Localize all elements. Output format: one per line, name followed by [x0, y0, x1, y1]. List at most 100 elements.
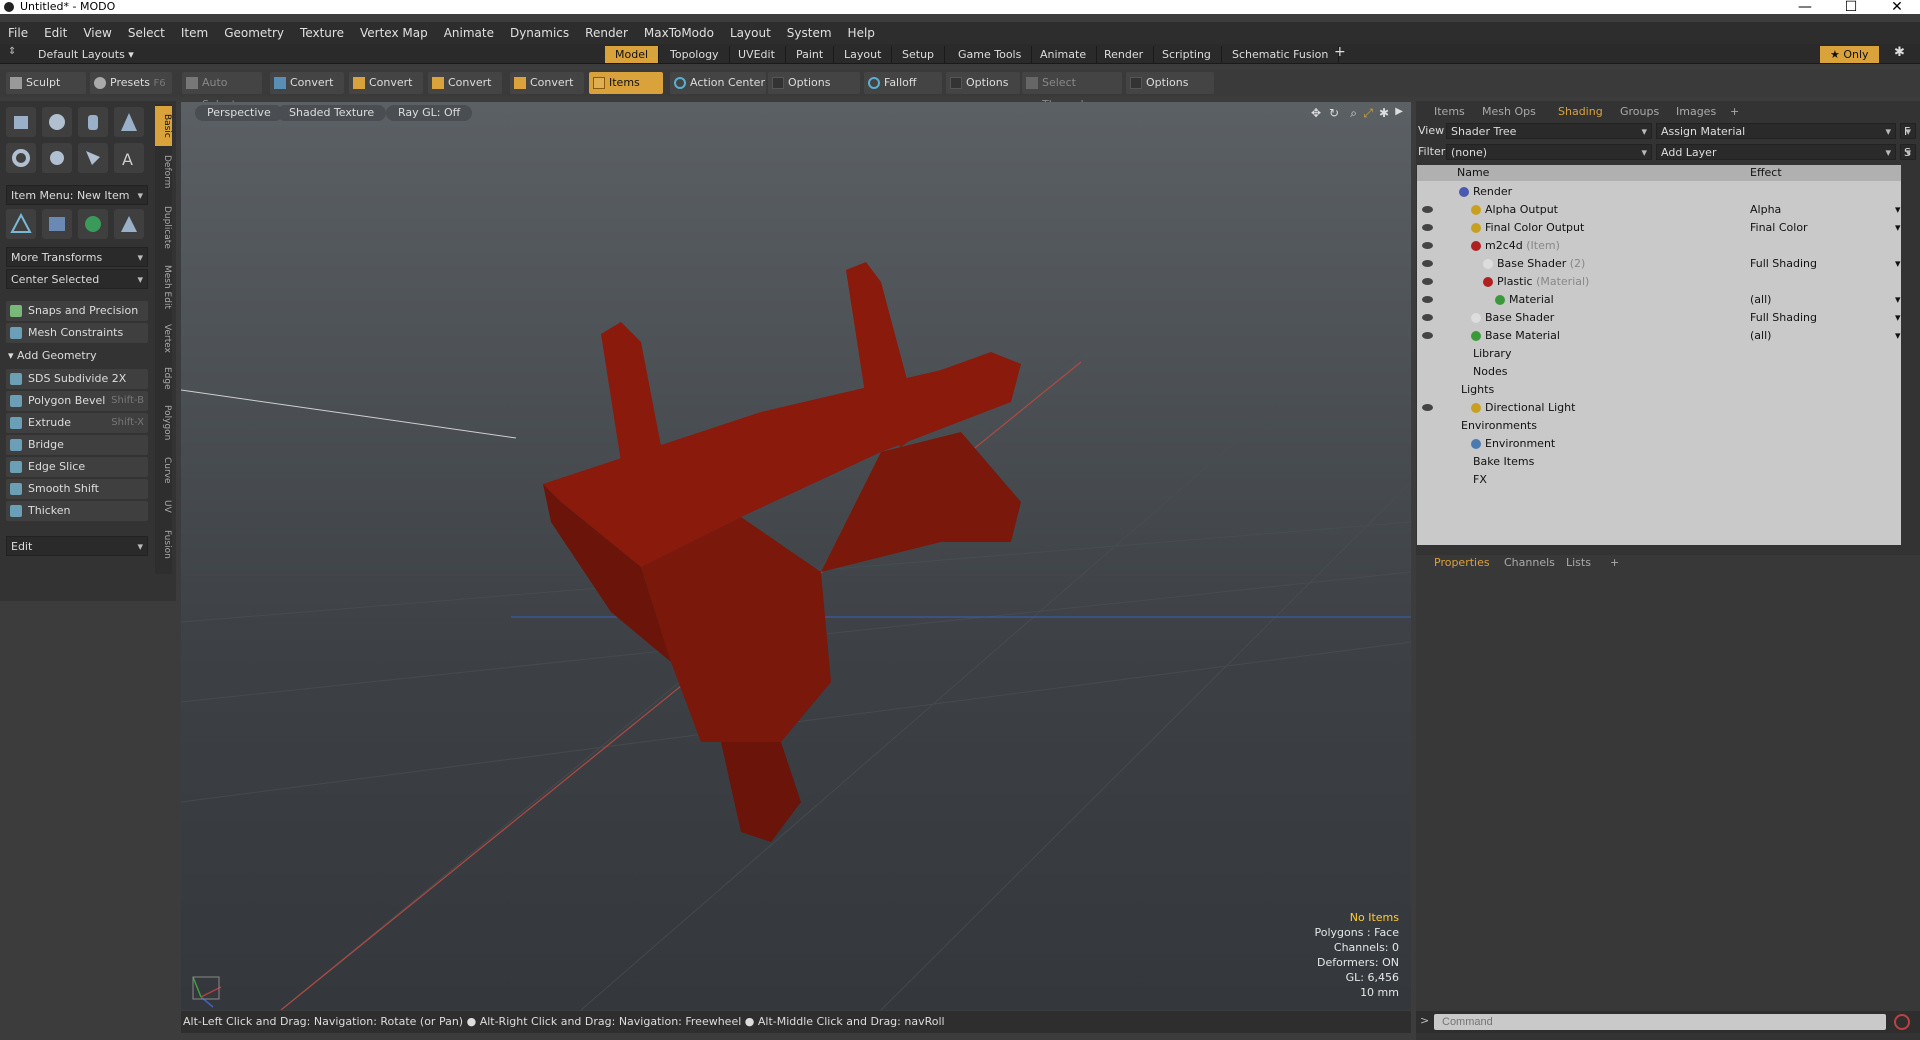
smooth-shift-button[interactable]: Smooth Shift: [6, 479, 148, 499]
tab-mesh-ops[interactable]: Mesh Ops: [1472, 104, 1546, 120]
visibility-eye-icon[interactable]: [1422, 296, 1433, 303]
mesh-constraints-button[interactable]: Mesh Constraints: [6, 323, 148, 343]
item-menu-dropdown[interactable]: Item Menu: New Item: [6, 185, 148, 206]
default-layouts-dropdown[interactable]: Default Layouts ▾: [38, 46, 134, 63]
viewport-settings-icon[interactable]: ✱: [1379, 106, 1389, 120]
menu-layout[interactable]: Layout: [722, 22, 779, 44]
viewport-menu-icon[interactable]: ▶: [1395, 106, 1403, 117]
center-selected-dropdown[interactable]: Center Selected: [6, 269, 148, 290]
edge-slice-button[interactable]: Edge Slice: [6, 457, 148, 477]
menu-texture[interactable]: Texture: [292, 22, 352, 44]
vtab-fusion[interactable]: Fusion: [155, 522, 172, 566]
items-mode-button[interactable]: Items: [589, 72, 663, 94]
menu-view[interactable]: View: [75, 22, 119, 44]
menu-edit[interactable]: Edit: [36, 22, 75, 44]
tree-row-effect-dropdown[interactable]: (all): [1750, 291, 1904, 309]
viewport-fit-icon[interactable]: ⤢: [1363, 106, 1373, 121]
vtab-curve[interactable]: Curve: [155, 450, 172, 490]
menu-geometry[interactable]: Geometry: [216, 22, 292, 44]
convert-edge-button[interactable]: Convert: [349, 72, 423, 94]
edit-dropdown[interactable]: Edit: [6, 536, 148, 557]
vtab-duplicate[interactable]: Duplicate: [155, 198, 172, 256]
close-button[interactable]: ✕: [1874, 0, 1920, 16]
tree-row-effect-dropdown[interactable]: Full Shading: [1750, 309, 1901, 327]
tab-render[interactable]: Render: [1094, 46, 1155, 63]
tree-row[interactable]: FX: [1417, 471, 1901, 489]
tree-row[interactable]: Alpha Output Alpha: [1417, 201, 1902, 219]
menu-select[interactable]: Select: [120, 22, 173, 44]
menu-maxtomodo[interactable]: MaxToModo: [636, 22, 722, 44]
polygon-bevel-button[interactable]: Polygon Bevel Shift-B: [6, 391, 148, 411]
falloff-button[interactable]: Falloff: [864, 72, 942, 94]
capsule-icon[interactable]: [42, 143, 72, 173]
view-dropdown[interactable]: Shader Tree: [1446, 123, 1652, 140]
select-through-button[interactable]: Select Through: [1022, 72, 1122, 111]
col-effect-header[interactable]: Effect: [1750, 166, 1782, 179]
assign-material-dropdown[interactable]: Assign Material: [1656, 123, 1896, 140]
menu-render[interactable]: Render: [577, 22, 636, 44]
torus-icon[interactable]: [6, 143, 36, 173]
tab-topology[interactable]: Topology: [660, 46, 730, 63]
tree-row[interactable]: Base Shader (2) Full Shading: [1417, 255, 1901, 273]
tab-paint[interactable]: Paint: [786, 46, 835, 63]
pen-icon[interactable]: [78, 143, 108, 173]
tab-animate[interactable]: Animate: [1030, 46, 1098, 63]
vtab-uv[interactable]: UV: [155, 492, 172, 520]
minimize-button[interactable]: —: [1782, 0, 1828, 16]
cylinder-icon[interactable]: [78, 107, 108, 137]
thicken-button[interactable]: Thicken: [6, 501, 148, 521]
cube-icon[interactable]: [6, 107, 36, 137]
col-name-header[interactable]: Name: [1457, 166, 1489, 179]
menu-system[interactable]: System: [779, 22, 840, 44]
tab-groups[interactable]: Groups: [1610, 104, 1669, 120]
vtab-edge[interactable]: Edge: [155, 360, 172, 396]
tab-add[interactable]: +: [1720, 104, 1749, 120]
options-button-1[interactable]: Options: [768, 72, 860, 94]
tab-shading[interactable]: Shading: [1548, 104, 1613, 120]
tab-properties[interactable]: Properties: [1424, 555, 1500, 571]
tree-row-effect-dropdown[interactable]: Final Color: [1750, 219, 1899, 237]
tree-row[interactable]: m2c4d (Item): [1417, 237, 1901, 255]
visibility-eye-icon[interactable]: [1422, 332, 1433, 339]
visibility-eye-icon[interactable]: [1422, 242, 1433, 249]
filter-dropdown[interactable]: (none): [1446, 144, 1652, 161]
maximize-button[interactable]: ☐: [1828, 0, 1874, 16]
transform-icon[interactable]: [6, 209, 36, 239]
tab-channels[interactable]: Channels: [1494, 555, 1565, 571]
add-layer-dropdown[interactable]: Add Layer: [1656, 144, 1896, 161]
tree-row[interactable]: Bake Items: [1417, 453, 1901, 471]
tree-row[interactable]: Nodes: [1417, 363, 1901, 381]
layout-arrows-icon[interactable]: ⇕: [8, 46, 16, 57]
tab-items[interactable]: Items: [1424, 104, 1475, 120]
add-geometry-header[interactable]: ▾ Add Geometry: [8, 349, 97, 362]
more-transforms-dropdown[interactable]: More Transforms: [6, 247, 148, 268]
tab-add-prop[interactable]: +: [1600, 555, 1629, 571]
tree-row[interactable]: Plastic (Material): [1417, 273, 1901, 291]
options-button-3[interactable]: Options: [1126, 72, 1214, 94]
convert-item-button[interactable]: Convert: [510, 72, 584, 94]
tree-row[interactable]: Base Shader Full Shading: [1417, 309, 1901, 327]
convert-polygon-button[interactable]: Convert: [428, 72, 502, 94]
tree-row[interactable]: Environment: [1417, 435, 1901, 453]
visibility-eye-icon[interactable]: [1422, 260, 1433, 267]
menu-file[interactable]: File: [0, 22, 36, 44]
visibility-eye-icon[interactable]: [1422, 314, 1433, 321]
command-input[interactable]: [1434, 1014, 1886, 1030]
action-center-button[interactable]: Action Center: [670, 72, 766, 94]
tree-row[interactable]: Render: [1417, 183, 1901, 201]
tree-row[interactable]: Environments: [1417, 417, 1901, 435]
perspective-button[interactable]: Perspective: [195, 105, 283, 121]
menu-vertex-map[interactable]: Vertex Map: [352, 22, 436, 44]
text-icon[interactable]: A: [114, 143, 144, 173]
presets-button[interactable]: Presets F6: [90, 72, 172, 94]
ray-gl-button[interactable]: Ray GL: Off: [386, 105, 473, 121]
tree-row-effect-dropdown[interactable]: (all): [1750, 327, 1904, 345]
convert-vertex-button[interactable]: Convert: [270, 72, 344, 94]
tab-scripting[interactable]: Scripting: [1152, 46, 1222, 63]
only-toggle[interactable]: ★ Only: [1820, 46, 1879, 63]
viewport-move-icon[interactable]: ✥: [1311, 106, 1321, 120]
visibility-eye-icon[interactable]: [1422, 404, 1433, 411]
tree-row-effect-dropdown[interactable]: Full Shading: [1750, 255, 1901, 273]
menu-item[interactable]: Item: [173, 22, 216, 44]
tree-row-effect-dropdown[interactable]: Alpha: [1750, 201, 1902, 219]
